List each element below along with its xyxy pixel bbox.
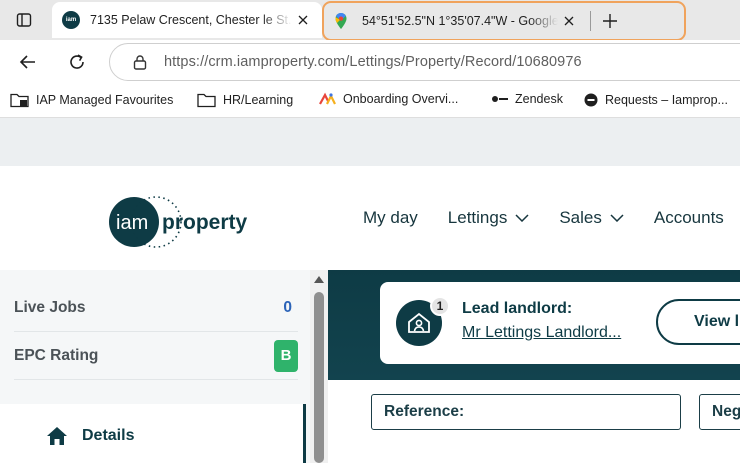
nav-label: Sales bbox=[559, 208, 602, 227]
site-header: iam property My day Lettings Sales Accou… bbox=[0, 166, 740, 270]
epc-rating-row: EPC Rating B bbox=[14, 332, 298, 380]
bookmark-iap-managed-favourites[interactable]: IAP Managed Favourites bbox=[10, 92, 173, 108]
back-button[interactable] bbox=[14, 48, 42, 76]
nav-sales[interactable]: Sales bbox=[559, 208, 624, 228]
bookmark-label: Onboarding Overvi... bbox=[343, 92, 459, 106]
chevron-down-icon bbox=[610, 214, 624, 222]
bookmark-label: HR/Learning bbox=[223, 93, 294, 107]
requests-icon bbox=[584, 93, 598, 107]
svg-text:iam: iam bbox=[116, 212, 148, 234]
home-icon bbox=[47, 427, 67, 445]
nav-my-day[interactable]: My day bbox=[363, 208, 418, 228]
back-arrow-icon bbox=[19, 55, 35, 69]
view-landlord-button[interactable]: View l bbox=[656, 299, 740, 345]
zendesk-icon bbox=[492, 96, 508, 102]
details-label: Details bbox=[82, 427, 135, 444]
house-person-icon bbox=[408, 312, 430, 333]
filter-area: Reference: Neg bbox=[328, 380, 740, 463]
live-jobs-label: Live Jobs bbox=[14, 298, 86, 316]
lead-landlord-title: Lead landlord: bbox=[462, 300, 573, 317]
epc-rating-badge: B bbox=[274, 339, 298, 372]
tab-actions-icon bbox=[16, 13, 32, 27]
nav-label: Accounts bbox=[653, 208, 724, 227]
live-jobs-row[interactable]: Live Jobs 0 bbox=[14, 284, 298, 332]
landlord-count-badge: 1 bbox=[430, 296, 450, 316]
nav-label: My day bbox=[363, 208, 418, 227]
iam-property-logo-icon: iam property bbox=[109, 196, 248, 248]
onboarding-icon bbox=[319, 92, 336, 105]
refresh-icon bbox=[70, 54, 84, 69]
record-sidebar: Live Jobs 0 EPC Rating B Details bbox=[0, 270, 310, 463]
new-tab-button[interactable] bbox=[597, 7, 624, 35]
scroll-up-arrow-icon[interactable] bbox=[313, 274, 325, 284]
tab-close-button[interactable] bbox=[558, 10, 580, 32]
bookmark-hr-learning[interactable]: HR/Learning bbox=[197, 92, 293, 108]
lead-landlord-name-link[interactable]: Mr Lettings Landlord... bbox=[462, 324, 621, 342]
address-bar[interactable]: https://crm.iamproperty.com/Lettings/Pro… bbox=[109, 43, 740, 81]
google-maps-icon bbox=[335, 13, 347, 29]
bookmarks-bar: IAP Managed Favourites HR/Learning Onboa… bbox=[0, 84, 740, 118]
browser-toolbar: https://crm.iamproperty.com/Lettings/Pro… bbox=[0, 40, 740, 84]
svg-text:property: property bbox=[162, 211, 248, 234]
details-content: Details bbox=[46, 426, 134, 446]
negotiator-field[interactable]: Neg bbox=[699, 394, 740, 430]
tab-property-record[interactable]: iam 7135 Pelaw Crescent, Chester le St..… bbox=[52, 2, 322, 38]
tab-close-button[interactable] bbox=[292, 9, 314, 31]
tab-google-maps[interactable]: 54°51'52.5"N 1°35'07.4"W - Google Maps bbox=[322, 1, 686, 41]
bookmark-label: IAP Managed Favourites bbox=[36, 93, 174, 107]
bookmark-label: Zendesk bbox=[515, 92, 563, 106]
close-icon bbox=[298, 15, 308, 25]
bookmark-zendesk[interactable]: Zendesk bbox=[491, 92, 563, 106]
bookmark-requests[interactable]: Requests – Iamprop... bbox=[583, 92, 728, 108]
tab-title: 7135 Pelaw Crescent, Chester le St... bbox=[90, 13, 292, 27]
site-info-button[interactable] bbox=[130, 52, 150, 72]
bookmark-onboarding-overview[interactable]: Onboarding Overvi... bbox=[319, 92, 458, 106]
nav-label: Lettings bbox=[447, 208, 508, 227]
refresh-button[interactable] bbox=[63, 48, 91, 76]
page-top-band bbox=[0, 118, 740, 166]
iam-favicon: iam bbox=[62, 11, 80, 29]
lead-landlord-card: 1 Lead landlord: Mr Lettings Landlord...… bbox=[380, 282, 740, 364]
nav-accounts[interactable]: Accounts bbox=[654, 208, 724, 228]
web-page: iam property My day Lettings Sales Accou… bbox=[0, 118, 740, 463]
tab-title: 54°51'52.5"N 1°35'07.4"W - Google Maps bbox=[362, 14, 558, 28]
bookmark-label: Requests – Iamprop... bbox=[605, 93, 728, 107]
tab-strip: iam 7135 Pelaw Crescent, Chester le St..… bbox=[0, 0, 740, 41]
record-content: 1 Lead landlord: Mr Lettings Landlord...… bbox=[328, 270, 740, 463]
sidebar-scrollbar[interactable] bbox=[310, 270, 328, 463]
sidebar-item-details[interactable]: Details bbox=[0, 404, 306, 463]
tab-separator bbox=[589, 11, 591, 31]
close-icon bbox=[564, 16, 574, 26]
epc-rating-label: EPC Rating bbox=[14, 346, 99, 364]
folder-managed-icon bbox=[10, 93, 29, 108]
live-jobs-count[interactable]: 0 bbox=[283, 299, 292, 317]
lock-icon bbox=[133, 55, 147, 70]
plus-icon bbox=[603, 14, 618, 28]
main-navigation: My day Lettings Sales Accounts bbox=[363, 208, 740, 228]
record-hero-band: 1 Lead landlord: Mr Lettings Landlord...… bbox=[328, 270, 740, 380]
iam-property-logo[interactable]: iam property bbox=[108, 194, 268, 250]
tab-actions-button[interactable] bbox=[8, 8, 40, 32]
chevron-down-icon bbox=[515, 214, 529, 222]
url-text: https://crm.iamproperty.com/Lettings/Pro… bbox=[164, 54, 582, 70]
scrollbar-thumb[interactable] bbox=[314, 292, 324, 463]
reference-field[interactable]: Reference: bbox=[371, 394, 681, 430]
folder-icon bbox=[197, 93, 216, 108]
nav-lettings[interactable]: Lettings bbox=[448, 208, 530, 228]
